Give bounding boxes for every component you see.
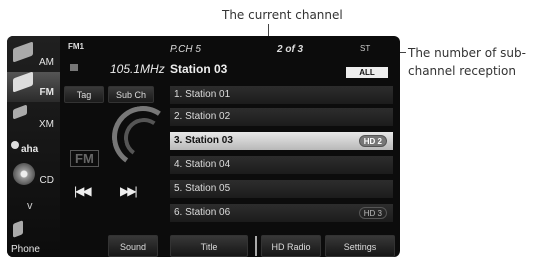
program-channel: P.CH 5 <box>170 44 201 55</box>
band-label: FM1 <box>68 42 84 51</box>
xm-satellite-icon <box>13 104 27 120</box>
source-cd[interactable]: CD <box>7 160 60 190</box>
station-label: 5. Station 05 <box>174 183 231 194</box>
station-label: 6. Station 06 <box>174 207 231 218</box>
source-phone-label: Phone <box>11 244 40 255</box>
station-row-selected[interactable]: 3. Station 03 HD 2 <box>170 132 393 150</box>
hd-subchannel-number: 3 <box>377 209 382 218</box>
phone-icon <box>13 220 23 238</box>
station-row[interactable]: 2. Station 02 <box>170 108 393 126</box>
subchannel-count: 2 of 3 <box>277 44 304 55</box>
current-channel-callout: The current channel <box>222 8 343 22</box>
source-xm[interactable]: XM <box>7 104 60 134</box>
subchannel-callout: The number of sub-channel reception <box>408 46 526 78</box>
source-fm[interactable]: FM <box>7 71 60 102</box>
hd-radio-button[interactable]: HD Radio <box>261 235 321 257</box>
aha-icon <box>11 141 19 149</box>
seek-forward-button[interactable]: ▶▶| <box>120 184 138 198</box>
sound-button[interactable]: Sound <box>108 235 158 257</box>
seek-back-button[interactable]: |◀◀ <box>74 184 92 198</box>
tuner-panel: FM1 105.1MHz Tag Sub Ch FM |◀◀ ▶▶| Sound <box>60 36 179 257</box>
source-am[interactable]: AM <box>7 41 60 72</box>
fm-radio-icon <box>13 71 33 93</box>
source-am-label: AM <box>39 57 54 68</box>
current-station-title: Station 03 <box>170 62 228 76</box>
fm-logo: FM <box>70 150 99 167</box>
source-sidebar: AM FM XM aha CD v Phone <box>7 36 60 257</box>
filter-all-badge[interactable]: ALL <box>346 67 388 78</box>
head-unit-screen: AM FM XM aha CD v Phone FM1 105.1MHz Tag… <box>7 36 400 257</box>
station-label: 4. Station 04 <box>174 159 231 170</box>
chevron-down-icon: v <box>27 200 33 212</box>
station-label: 3. Station 03 <box>174 135 233 146</box>
source-fm-label: FM <box>39 87 54 98</box>
settings-button[interactable]: Settings <box>325 235 395 257</box>
station-row[interactable]: 6. Station 06 HD 3 <box>170 204 393 222</box>
station-row[interactable]: 1. Station 01 <box>170 86 393 104</box>
station-label: 1. Station 01 <box>174 89 231 100</box>
source-cd-label: CD <box>39 175 54 186</box>
speaker-icon <box>70 64 78 71</box>
stereo-indicator: ST <box>360 44 371 53</box>
source-phone[interactable]: Phone <box>7 220 60 257</box>
am-radio-icon <box>13 41 33 63</box>
divider <box>255 236 257 256</box>
source-aha-label: aha <box>21 144 39 155</box>
hd-subchannel-badge: HD 3 <box>358 207 387 219</box>
cd-disc-icon <box>13 163 35 185</box>
station-label: 2. Station 02 <box>174 111 231 122</box>
source-aha[interactable]: aha <box>7 132 60 162</box>
sub-channel-button[interactable]: Sub Ch <box>108 86 154 103</box>
title-button[interactable]: Title <box>170 235 248 257</box>
station-list-panel: P.CH 5 2 of 3 ST Station 03 ALL 1. Stati… <box>170 36 400 257</box>
station-row[interactable]: 4. Station 04 <box>170 156 393 174</box>
hd-subchannel-number: 2 <box>377 137 382 146</box>
frequency-display: 105.1MHz <box>110 62 165 76</box>
hd-subchannel-badge: HD 2 <box>358 135 387 147</box>
source-more[interactable]: v <box>7 192 60 222</box>
source-xm-label: XM <box>39 119 54 130</box>
tag-button[interactable]: Tag <box>64 86 104 103</box>
station-row[interactable]: 5. Station 05 <box>170 180 393 198</box>
